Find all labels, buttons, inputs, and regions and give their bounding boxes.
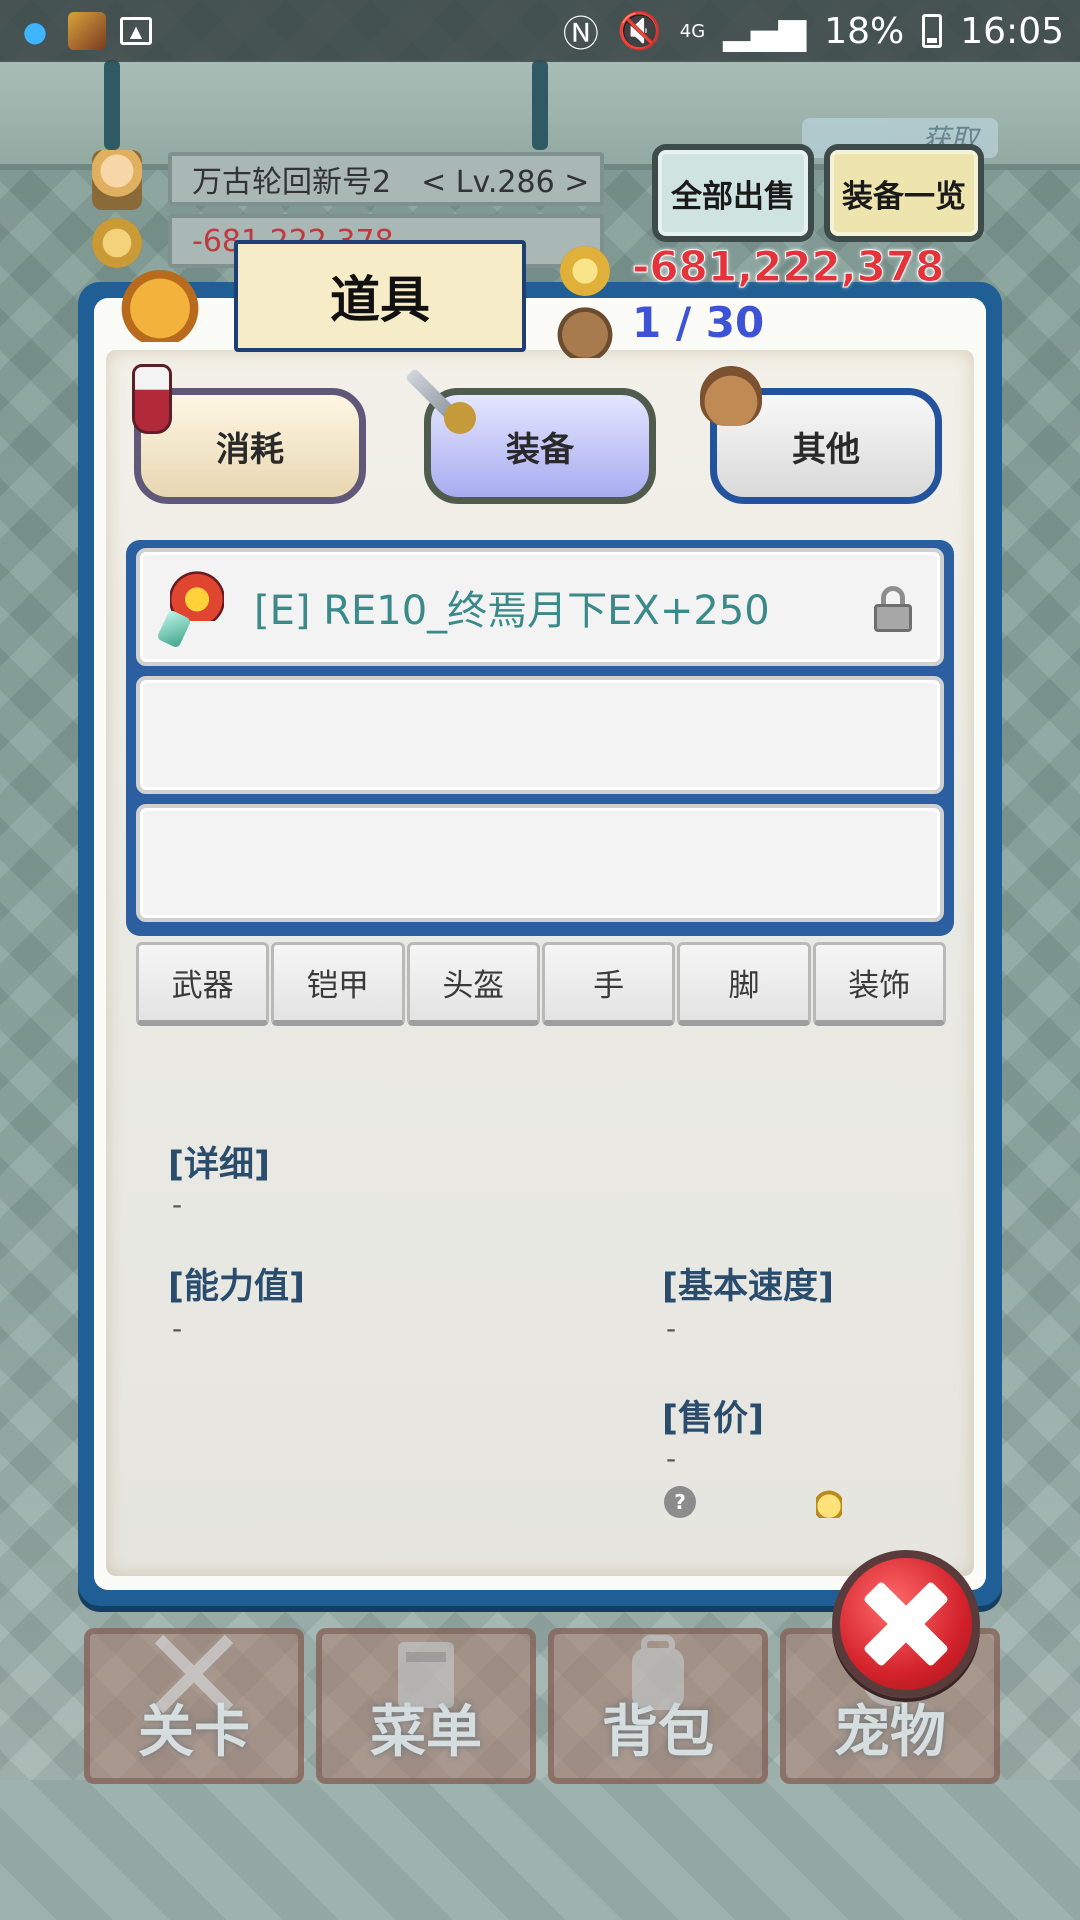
lock-icon[interactable]	[874, 586, 912, 632]
sword-hilt-icon	[444, 402, 476, 434]
qq-icon: ●	[22, 14, 48, 48]
item-bag-icon	[118, 258, 202, 342]
tab-weapon[interactable]: 武器	[136, 942, 270, 1026]
mute-icon: 🔇	[616, 11, 662, 52]
base-speed-value: -	[666, 1312, 677, 1345]
ability-value: -	[172, 1312, 183, 1345]
price-value: -	[666, 1442, 677, 1475]
list-item[interactable]	[136, 804, 944, 922]
equipment-item-icon	[156, 567, 232, 649]
nfc-icon: Ⓝ	[562, 14, 599, 55]
list-item[interactable]	[136, 676, 944, 794]
tab-accessory[interactable]: 装饰	[812, 942, 946, 1026]
drop-icon	[816, 1484, 842, 1518]
clock: 16:05	[960, 10, 1064, 52]
panel-title: 道具	[234, 240, 526, 352]
help-icon[interactable]: ?	[664, 1486, 696, 1518]
tab-armor[interactable]: 铠甲	[271, 942, 405, 1026]
inventory-capacity: 1 / 30	[632, 298, 765, 347]
backpack-capacity-icon	[556, 300, 614, 358]
detail-value: -	[172, 1188, 183, 1221]
price-label: [售价]	[662, 1399, 764, 1439]
tab-helmet[interactable]: 头盔	[406, 942, 540, 1026]
network-type: 4G	[679, 20, 706, 42]
player-avatar	[92, 150, 142, 210]
item-name: [E] RE10_终焉月下EX+250	[254, 588, 770, 634]
base-speed-label: [基本速度]	[662, 1267, 834, 1307]
nav-stage[interactable]: 关卡	[84, 1628, 304, 1784]
game-app-icon	[68, 12, 106, 50]
item-list: [E] RE10_终焉月下EX+250	[126, 540, 954, 936]
close-button[interactable]	[832, 1550, 980, 1698]
equip-list-button[interactable]: 装备一览	[830, 150, 978, 236]
nav-menu[interactable]: 菜单	[316, 1628, 536, 1784]
player-name-level: 万古轮回新号2 < Lv.286 >	[168, 152, 604, 206]
background-pillar	[104, 60, 120, 150]
tab-hand[interactable]: 手	[541, 942, 676, 1026]
signal-icon: ▂▄▆	[723, 10, 807, 52]
gold-coin-icon	[560, 246, 610, 296]
status-bar: ● ▲ Ⓝ 🔇 4G ▂▄▆ 18% 16:05	[0, 0, 1080, 62]
equipment-type-tabs: 武器 铠甲 头盔 手 脚 装饰	[136, 942, 946, 1026]
nav-backpack[interactable]: 背包	[548, 1628, 768, 1784]
background-floor	[0, 1780, 1080, 1920]
tab-foot[interactable]: 脚	[677, 942, 811, 1026]
background-pillar	[532, 60, 548, 150]
potion-icon	[132, 364, 172, 434]
book-icon	[398, 1642, 454, 1708]
battery-icon	[922, 14, 943, 48]
sell-all-button[interactable]: 全部出售	[658, 150, 808, 236]
detail-label: [详细]	[168, 1145, 270, 1185]
gold-amount: -681,222,378	[631, 242, 945, 292]
crossed-swords-icon	[154, 1634, 234, 1714]
sack-icon	[700, 366, 762, 426]
ability-label: [能力值]	[168, 1267, 305, 1307]
battery-percent: 18%	[824, 10, 905, 52]
gallery-icon: ▲	[120, 17, 152, 45]
backpack-icon	[632, 1635, 684, 1710]
list-item[interactable]: [E] RE10_终焉月下EX+250	[136, 548, 944, 666]
